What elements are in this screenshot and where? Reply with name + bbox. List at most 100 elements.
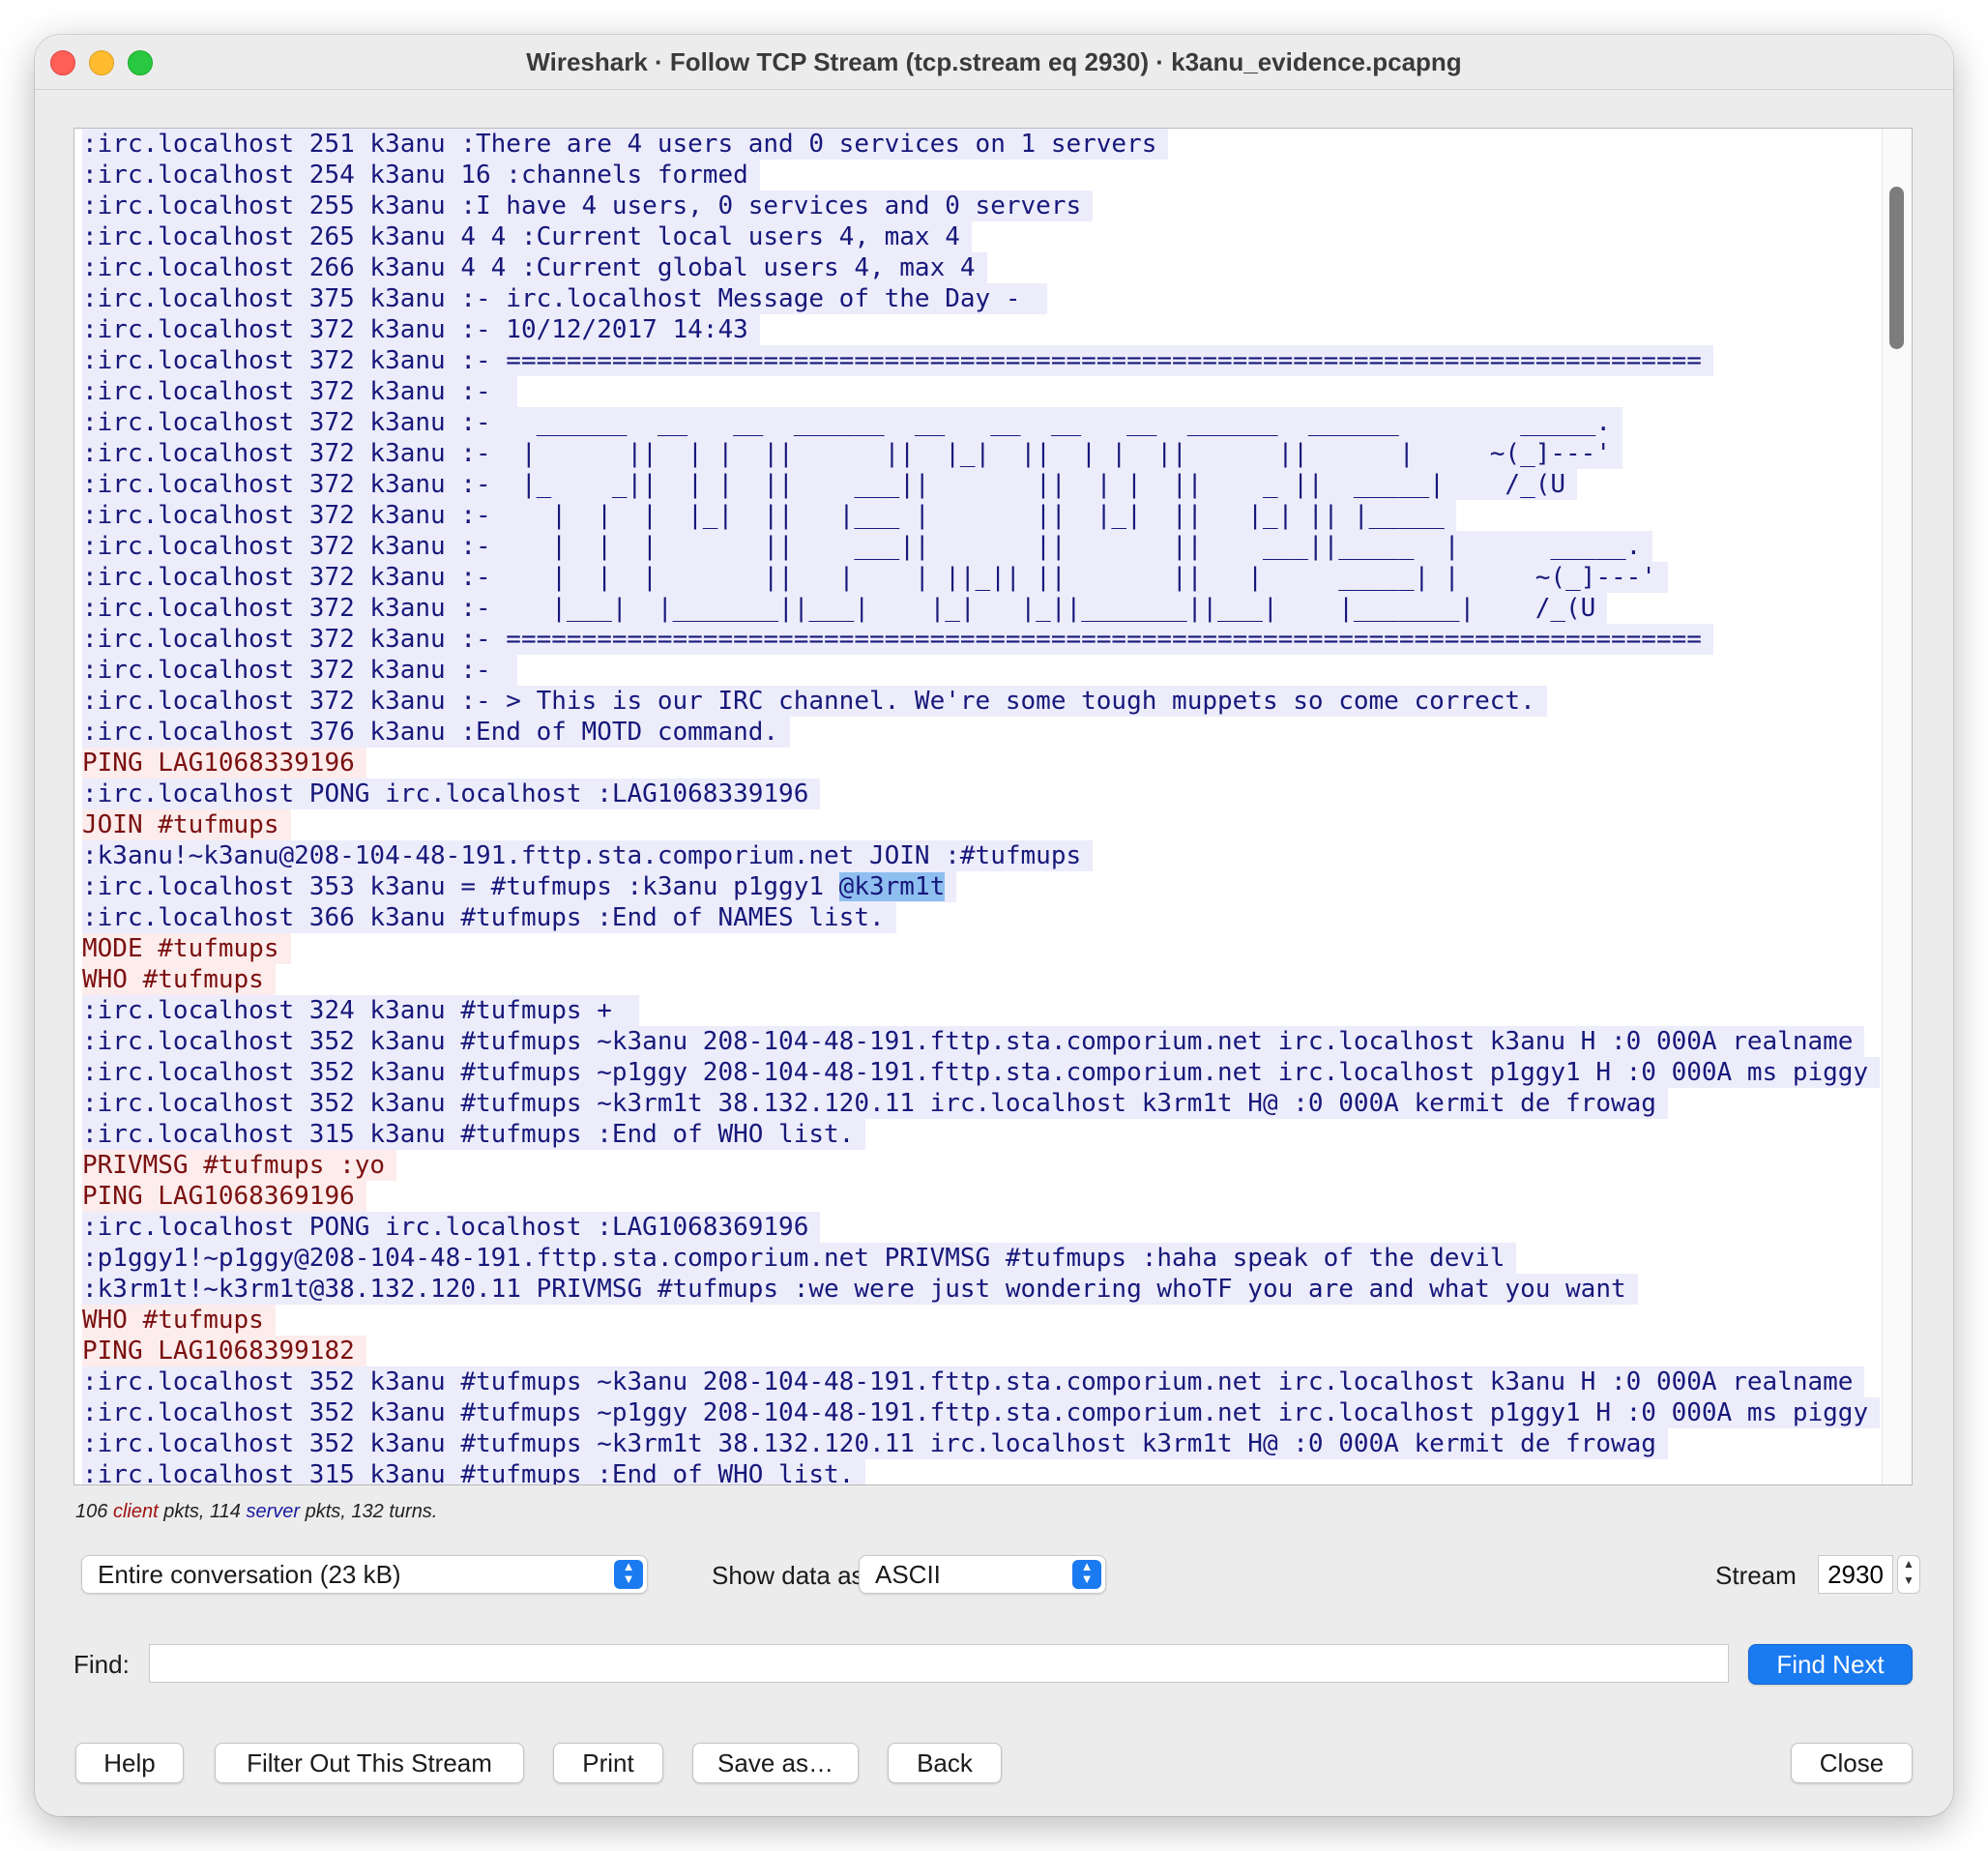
show-data-label: Show data as bbox=[712, 1561, 864, 1590]
server-stream-line: :irc.localhost 255 k3anu :I have 4 users… bbox=[82, 191, 1875, 221]
stream-line-text: :k3rm1t!~k3rm1t@38.132.120.11 PRIVMSG #t… bbox=[82, 1274, 1638, 1305]
stream-line-text: :irc.localhost 315 k3anu #tufmups :End o… bbox=[82, 1119, 866, 1150]
client-stream-line: PING LAG1068399182 bbox=[82, 1336, 1875, 1366]
save-as-button[interactable]: Save as… bbox=[692, 1743, 859, 1783]
server-stream-line: :irc.localhost 372 k3anu :- bbox=[82, 376, 1875, 407]
server-stream-line: :irc.localhost 266 k3anu 4 4 :Current gl… bbox=[82, 252, 1875, 283]
select-arrows-icon: ▲ ▼ bbox=[1072, 1560, 1101, 1589]
stream-line-text: :irc.localhost 372 k3anu :- |___| |_____… bbox=[82, 593, 1608, 624]
server-stream-line: :irc.localhost 372 k3anu :- |_ _|| | | |… bbox=[82, 469, 1875, 500]
server-stream-line: :irc.localhost 372 k3anu :- bbox=[82, 655, 1875, 686]
server-stream-line: :irc.localhost 315 k3anu #tufmups :End o… bbox=[82, 1459, 1875, 1484]
find-input[interactable] bbox=[149, 1644, 1729, 1683]
client-pkt-count: 106 bbox=[75, 1501, 108, 1522]
window-title: Wireshark · Follow TCP Stream (tcp.strea… bbox=[526, 47, 1462, 76]
server-stream-line: :irc.localhost 366 k3anu #tufmups :End o… bbox=[82, 902, 1875, 933]
scrollbar-thumb[interactable] bbox=[1889, 187, 1904, 349]
server-stream-line: :irc.localhost PONG irc.localhost :LAG10… bbox=[82, 1212, 1875, 1243]
find-label: Find: bbox=[73, 1650, 130, 1679]
server-stream-line: :irc.localhost 265 k3anu 4 4 :Current lo… bbox=[82, 221, 1875, 252]
stream-line-text: :irc.localhost 372 k3anu :- 10/12/2017 1… bbox=[82, 314, 760, 345]
stream-line-text: :irc.localhost 372 k3anu :- |_ _|| | | |… bbox=[82, 469, 1578, 500]
client-stream-line: MODE #tufmups bbox=[82, 933, 1875, 964]
filter-out-stream-button[interactable]: Filter Out This Stream bbox=[215, 1743, 524, 1783]
stream-line-text: :k3anu!~k3anu@208-104-48-191.fttp.sta.co… bbox=[82, 840, 1094, 871]
stream-line-prefix: :irc.localhost 353 k3anu = #tufmups :k3a… bbox=[82, 872, 839, 901]
server-pkt-count: 114 bbox=[210, 1501, 241, 1522]
stream-line-text: :irc.localhost 251 k3anu :There are 4 us… bbox=[82, 129, 1169, 160]
client-stream-line: PRIVMSG #tufmups :yo bbox=[82, 1150, 1875, 1181]
client-stream-line: PING LAG1068369196 bbox=[82, 1181, 1875, 1212]
stream-line-text: :irc.localhost 352 k3anu #tufmups ~k3anu… bbox=[82, 1366, 1865, 1397]
close-button[interactable]: Close bbox=[1791, 1743, 1913, 1783]
stream-line-text: :irc.localhost 375 k3anu :- irc.localhos… bbox=[82, 283, 1048, 314]
stream-line-text: :irc.localhost 372 k3anu :- | | | || | |… bbox=[82, 562, 1668, 593]
stream-line-text: :irc.localhost 352 k3anu #tufmups ~k3rm1… bbox=[82, 1428, 1668, 1459]
server-stream-line: :irc.localhost 372 k3anu :- | | | || ___… bbox=[82, 531, 1875, 562]
server-stream-line: :irc.localhost 372 k3anu :- 10/12/2017 1… bbox=[82, 314, 1875, 345]
stream-line-text: :irc.localhost 255 k3anu :I have 4 users… bbox=[82, 191, 1094, 221]
server-stream-line: :irc.localhost 324 k3anu #tufmups + bbox=[82, 995, 1875, 1026]
stream-line-text: WHO #tufmups bbox=[82, 1305, 276, 1336]
server-stream-line: :k3rm1t!~k3rm1t@38.132.120.11 PRIVMSG #t… bbox=[82, 1274, 1875, 1305]
stream-line-text: :irc.localhost 315 k3anu #tufmups :End o… bbox=[82, 1459, 866, 1484]
follow-tcp-stream-window: Wireshark · Follow TCP Stream (tcp.strea… bbox=[35, 35, 1953, 1816]
stream-line-text: :irc.localhost PONG irc.localhost :LAG10… bbox=[82, 1212, 821, 1243]
show-data-select[interactable]: ASCII ▲ ▼ bbox=[859, 1555, 1106, 1594]
show-data-select-value: ASCII bbox=[875, 1560, 941, 1589]
server-stream-line: :irc.localhost 372 k3anu :- | || | | || … bbox=[82, 438, 1875, 469]
stream-line-text: :irc.localhost PONG irc.localhost :LAG10… bbox=[82, 779, 821, 809]
server-stream-line: :irc.localhost 352 k3anu #tufmups ~p1ggy… bbox=[82, 1397, 1881, 1428]
stream-line-text: :irc.localhost 376 k3anu :End of MOTD co… bbox=[82, 717, 791, 748]
client-stream-line: PING LAG1068339196 bbox=[82, 748, 1875, 779]
stream-line-text: :p1ggy1!~p1ggy@208-104-48-191.fttp.sta.c… bbox=[82, 1243, 1517, 1274]
server-stream-line: :irc.localhost PONG irc.localhost :LAG10… bbox=[82, 779, 1875, 809]
server-stream-line: :irc.localhost 254 k3anu 16 :channels fo… bbox=[82, 160, 1875, 191]
stream-line-text: :irc.localhost 352 k3anu #tufmups ~k3rm1… bbox=[82, 1088, 1668, 1119]
stream-line-text: PING LAG1068339196 bbox=[82, 748, 366, 779]
back-button[interactable]: Back bbox=[888, 1743, 1002, 1783]
select-arrows-icon: ▲ ▼ bbox=[614, 1560, 643, 1589]
client-stream-line: JOIN #tufmups bbox=[82, 809, 1875, 840]
stream-line-text: :irc.localhost 372 k3anu :- | | | |_| ||… bbox=[82, 500, 1456, 531]
stream-line-text: PING LAG1068399182 bbox=[82, 1336, 366, 1366]
stream-label: Stream bbox=[1715, 1561, 1797, 1590]
client-stream-line: WHO #tufmups bbox=[82, 964, 1875, 995]
stream-content-view[interactable]: :irc.localhost 251 k3anu :There are 4 us… bbox=[73, 128, 1913, 1485]
stream-stepper-icon[interactable]: ▲ ▼ bbox=[1897, 1555, 1920, 1594]
find-next-button[interactable]: Find Next bbox=[1748, 1644, 1913, 1685]
stream-line-text: :irc.localhost 353 k3anu = #tufmups :k3a… bbox=[82, 871, 957, 902]
server-stream-line: :irc.localhost 372 k3anu :- | | | || | |… bbox=[82, 562, 1875, 593]
stream-line-text: :irc.localhost 372 k3anu :- ============… bbox=[82, 624, 1713, 655]
server-stream-line: :irc.localhost 352 k3anu #tufmups ~k3rm1… bbox=[82, 1088, 1875, 1119]
server-stream-line: :irc.localhost 353 k3anu = #tufmups :k3a… bbox=[82, 871, 1875, 902]
server-stream-line: :irc.localhost 372 k3anu :- | | | |_| ||… bbox=[82, 500, 1875, 531]
stream-line-text: PING LAG1068369196 bbox=[82, 1181, 366, 1212]
server-stream-line: :irc.localhost 352 k3anu #tufmups ~k3anu… bbox=[82, 1026, 1875, 1057]
stream-line-text: :irc.localhost 372 k3anu :- | || | | || … bbox=[82, 438, 1623, 469]
stream-lines: :irc.localhost 251 k3anu :There are 4 us… bbox=[82, 129, 1881, 1484]
stream-line-text: JOIN #tufmups bbox=[82, 809, 291, 840]
stream-line-text: :irc.localhost 324 k3anu #tufmups + bbox=[82, 995, 639, 1026]
stream-line-text: :irc.localhost 266 k3anu 4 4 :Current gl… bbox=[82, 252, 987, 283]
stream-number-field[interactable]: 2930 bbox=[1818, 1555, 1893, 1594]
vertical-scrollbar[interactable] bbox=[1882, 129, 1912, 1484]
stream-line-text: :irc.localhost 372 k3anu :- > This is ou… bbox=[82, 686, 1547, 717]
stream-line-text: :irc.localhost 372 k3anu :- bbox=[82, 376, 518, 407]
server-stream-line: :irc.localhost 352 k3anu #tufmups ~k3anu… bbox=[82, 1366, 1875, 1397]
client-word: client bbox=[112, 1501, 159, 1522]
help-button[interactable]: Help bbox=[75, 1743, 184, 1783]
stream-line-text: :irc.localhost 352 k3anu #tufmups ~k3anu… bbox=[82, 1026, 1865, 1057]
server-stream-line: :irc.localhost 376 k3anu :End of MOTD co… bbox=[82, 717, 1875, 748]
stream-line-text: PRIVMSG #tufmups :yo bbox=[82, 1150, 397, 1181]
stream-line-text: :irc.localhost 372 k3anu :- | | | || ___… bbox=[82, 531, 1653, 562]
server-stream-line: :irc.localhost 375 k3anu :- irc.localhos… bbox=[82, 283, 1875, 314]
print-button[interactable]: Print bbox=[553, 1743, 663, 1783]
server-stream-line: :irc.localhost 372 k3anu :- ============… bbox=[82, 345, 1875, 376]
conversation-select-value: Entire conversation (23 kB) bbox=[98, 1560, 401, 1589]
server-stream-line: :irc.localhost 315 k3anu #tufmups :End o… bbox=[82, 1119, 1875, 1150]
stream-line-text: :irc.localhost 366 k3anu #tufmups :End o… bbox=[82, 902, 896, 933]
conversation-select[interactable]: Entire conversation (23 kB) ▲ ▼ bbox=[81, 1555, 648, 1594]
stream-line-text: MODE #tufmups bbox=[82, 933, 291, 964]
server-word: server bbox=[246, 1501, 301, 1522]
